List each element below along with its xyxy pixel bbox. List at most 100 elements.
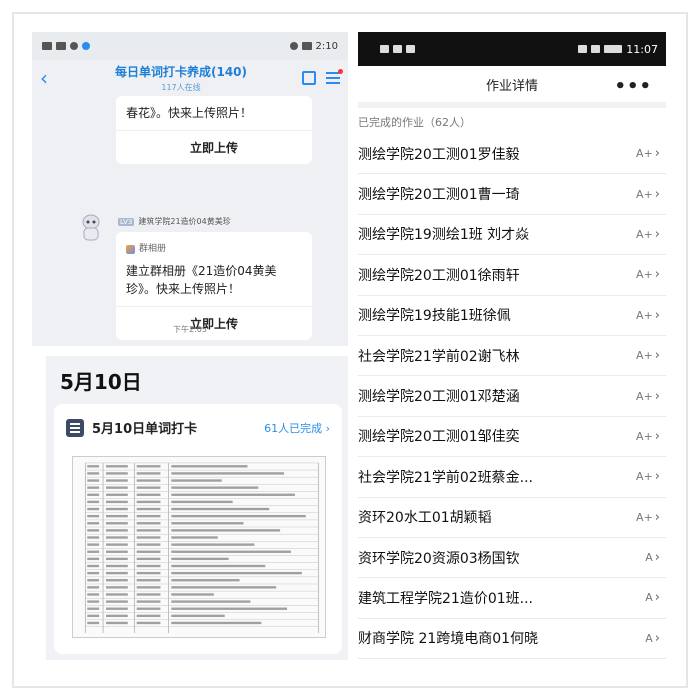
network-icon	[42, 42, 52, 50]
grade: A+ ›	[636, 187, 660, 202]
message-text: 建立群相册《21造价04黄美珍》。快来上传照片！	[126, 264, 277, 296]
student-name: 测绘学院20工测01曹一琦	[358, 187, 520, 204]
checkin-title: 5月10日单词打卡	[92, 422, 198, 437]
homework-row[interactable]: 社会学院21学前02班蔡金... A+ ›	[358, 457, 666, 498]
back-icon[interactable]: ‹	[40, 68, 60, 88]
album-label: 群相册	[126, 240, 302, 258]
student-name: 测绘学院20工测01邹佳奕	[358, 429, 520, 446]
chevron-right-icon: ›	[654, 590, 660, 606]
page-header: 作业详情 •••	[358, 66, 666, 108]
grade-value: A+	[636, 268, 653, 282]
album-label-text: 群相册	[139, 244, 167, 254]
sender-name[interactable]: 建筑学院21造价04黄美珍	[138, 216, 230, 227]
chevron-right-icon: ›	[654, 267, 660, 283]
grade: A+ ›	[636, 389, 660, 404]
homework-row[interactable]: 测绘学院20工测01徐雨轩 A+ ›	[358, 255, 666, 296]
eye-icon	[289, 42, 298, 50]
student-name: 测绘学院20工测01罗佳毅	[358, 146, 520, 163]
grade-value: A	[645, 591, 653, 605]
robot-avatar[interactable]	[76, 212, 106, 244]
homework-row[interactable]: 测绘学院19技能1班徐佩 A+ ›	[358, 296, 666, 336]
bluetooth-icon	[591, 45, 601, 53]
student-name: 财商学院 21跨境电商01何晓	[358, 631, 539, 648]
status-bar-dark: 11:07	[358, 32, 666, 66]
student-name: 社会学院21学前02班蔡金...	[358, 469, 533, 486]
completed-count: 61人已完成	[264, 421, 323, 435]
more-icon[interactable]: •••	[614, 76, 652, 97]
homework-row[interactable]: 测绘学院19测绘1班 刘才焱 A+ ›	[358, 215, 666, 256]
group-title[interactable]: 每日单词打卡养成(140)	[60, 63, 302, 80]
grade: A+ ›	[636, 267, 660, 282]
grade: A ›	[645, 590, 660, 605]
grade-value: A+	[636, 510, 653, 524]
date-heading: 5月10日	[60, 370, 142, 394]
chevron-right-icon: ›	[654, 186, 660, 202]
calendar-check-icon[interactable]	[302, 71, 316, 85]
grade-value: A+	[636, 389, 653, 403]
grade-value: A+	[636, 227, 653, 241]
homework-row[interactable]: 测绘学院20工测01邓楚涵 A+ ›	[358, 376, 666, 417]
student-name: 测绘学院20工测01邓楚涵	[358, 389, 520, 406]
chevron-right-icon: ›	[654, 146, 660, 162]
grade-value: A+	[636, 308, 653, 322]
homework-row[interactable]: 测绘学院20工测01罗佳毅 A+ ›	[358, 134, 666, 175]
online-count: 117人在线	[161, 83, 201, 92]
student-name: 建筑工程学院21造价01班...	[358, 590, 533, 607]
upload-now-button[interactable]: 立即上传	[116, 131, 312, 164]
grade: A+ ›	[636, 227, 660, 242]
battery-icon	[301, 42, 312, 50]
homework-row[interactable]: 建筑工程学院21造价01班... A ›	[358, 578, 666, 619]
chevron-right-icon: ›	[654, 307, 660, 323]
message-time: 下午2:05	[173, 325, 207, 334]
chevron-right-icon: ›	[654, 388, 660, 404]
signal-icon	[56, 42, 66, 50]
completed-section-label: 已完成的作业（62人）	[358, 116, 471, 129]
grade: A+ ›	[636, 510, 660, 525]
album-message-card[interactable]: 春花》。快来上传照片！ 立即上传	[116, 96, 312, 164]
grade: A+ ›	[636, 146, 660, 161]
network-icon	[380, 45, 389, 53]
album-icon	[126, 244, 135, 254]
student-name: 社会学院21学前02谢飞林	[358, 348, 520, 365]
grade: A ›	[645, 631, 660, 646]
grade: A+ ›	[636, 348, 660, 363]
headphone-icon	[578, 45, 588, 53]
battery-icon	[604, 45, 623, 53]
homework-row[interactable]: 测绘学院20工测01邹佳奕 A+ ›	[358, 417, 666, 458]
chevron-right-icon: ›	[654, 348, 660, 364]
homework-row[interactable]: 资环20水工01胡颖韬 A+ ›	[358, 498, 666, 538]
grade-value: A+	[636, 147, 653, 161]
student-name: 测绘学院19测绘1班 刘才焱	[358, 227, 530, 244]
grade-value: A+	[636, 349, 653, 363]
homework-row[interactable]: 测绘学院20工测01曹一琦 A+ ›	[358, 174, 666, 215]
sender-row: LV3 建筑学院21造价04黄美珍	[118, 216, 231, 227]
completed-count-link[interactable]: 61人已完成 ›	[264, 420, 330, 436]
status-time: 2:10	[315, 40, 338, 52]
message-text: 春花》。快来上传照片！	[126, 106, 253, 120]
wifi-icon	[70, 42, 78, 50]
chevron-right-icon: ›	[654, 550, 660, 566]
checkin-card[interactable]: 5月10日单词打卡 61人已完成 ›	[54, 404, 342, 654]
homework-row[interactable]: 社会学院21学前02谢飞林 A+ ›	[358, 336, 666, 377]
status-bar: 2:10	[32, 32, 348, 60]
signal-icon	[393, 45, 402, 53]
grade: A+ ›	[636, 429, 660, 444]
chevron-right-icon: ›	[325, 421, 330, 435]
chat-header: ‹ 每日单词打卡养成(140) 117人在线	[32, 60, 348, 96]
student-name: 测绘学院20工测01徐雨轩	[358, 267, 520, 284]
menu-icon[interactable]	[326, 69, 343, 84]
status-time: 11:07	[626, 42, 658, 56]
student-name: 测绘学院19技能1班徐佩	[358, 308, 511, 325]
homework-list: 测绘学院20工测01罗佳毅 A+ › 测绘学院20工测01曹一琦 A+ › 测绘学院19测绘…	[358, 134, 666, 660]
chevron-right-icon: ›	[654, 630, 660, 646]
grade: A+ ›	[636, 469, 660, 484]
grade: A+ ›	[636, 308, 660, 323]
chevron-right-icon: ›	[654, 226, 660, 242]
grade-value: A+	[636, 187, 653, 201]
grade-value: A	[645, 551, 653, 565]
word-list-photo[interactable]	[72, 456, 326, 638]
homework-row[interactable]: 财商学院 21跨境电商01何晓 A ›	[358, 619, 666, 660]
wifi-icon	[406, 45, 415, 53]
homework-row[interactable]: 资环学院20资源03杨国钦 A ›	[358, 538, 666, 579]
page-title: 作业详情	[485, 78, 538, 94]
